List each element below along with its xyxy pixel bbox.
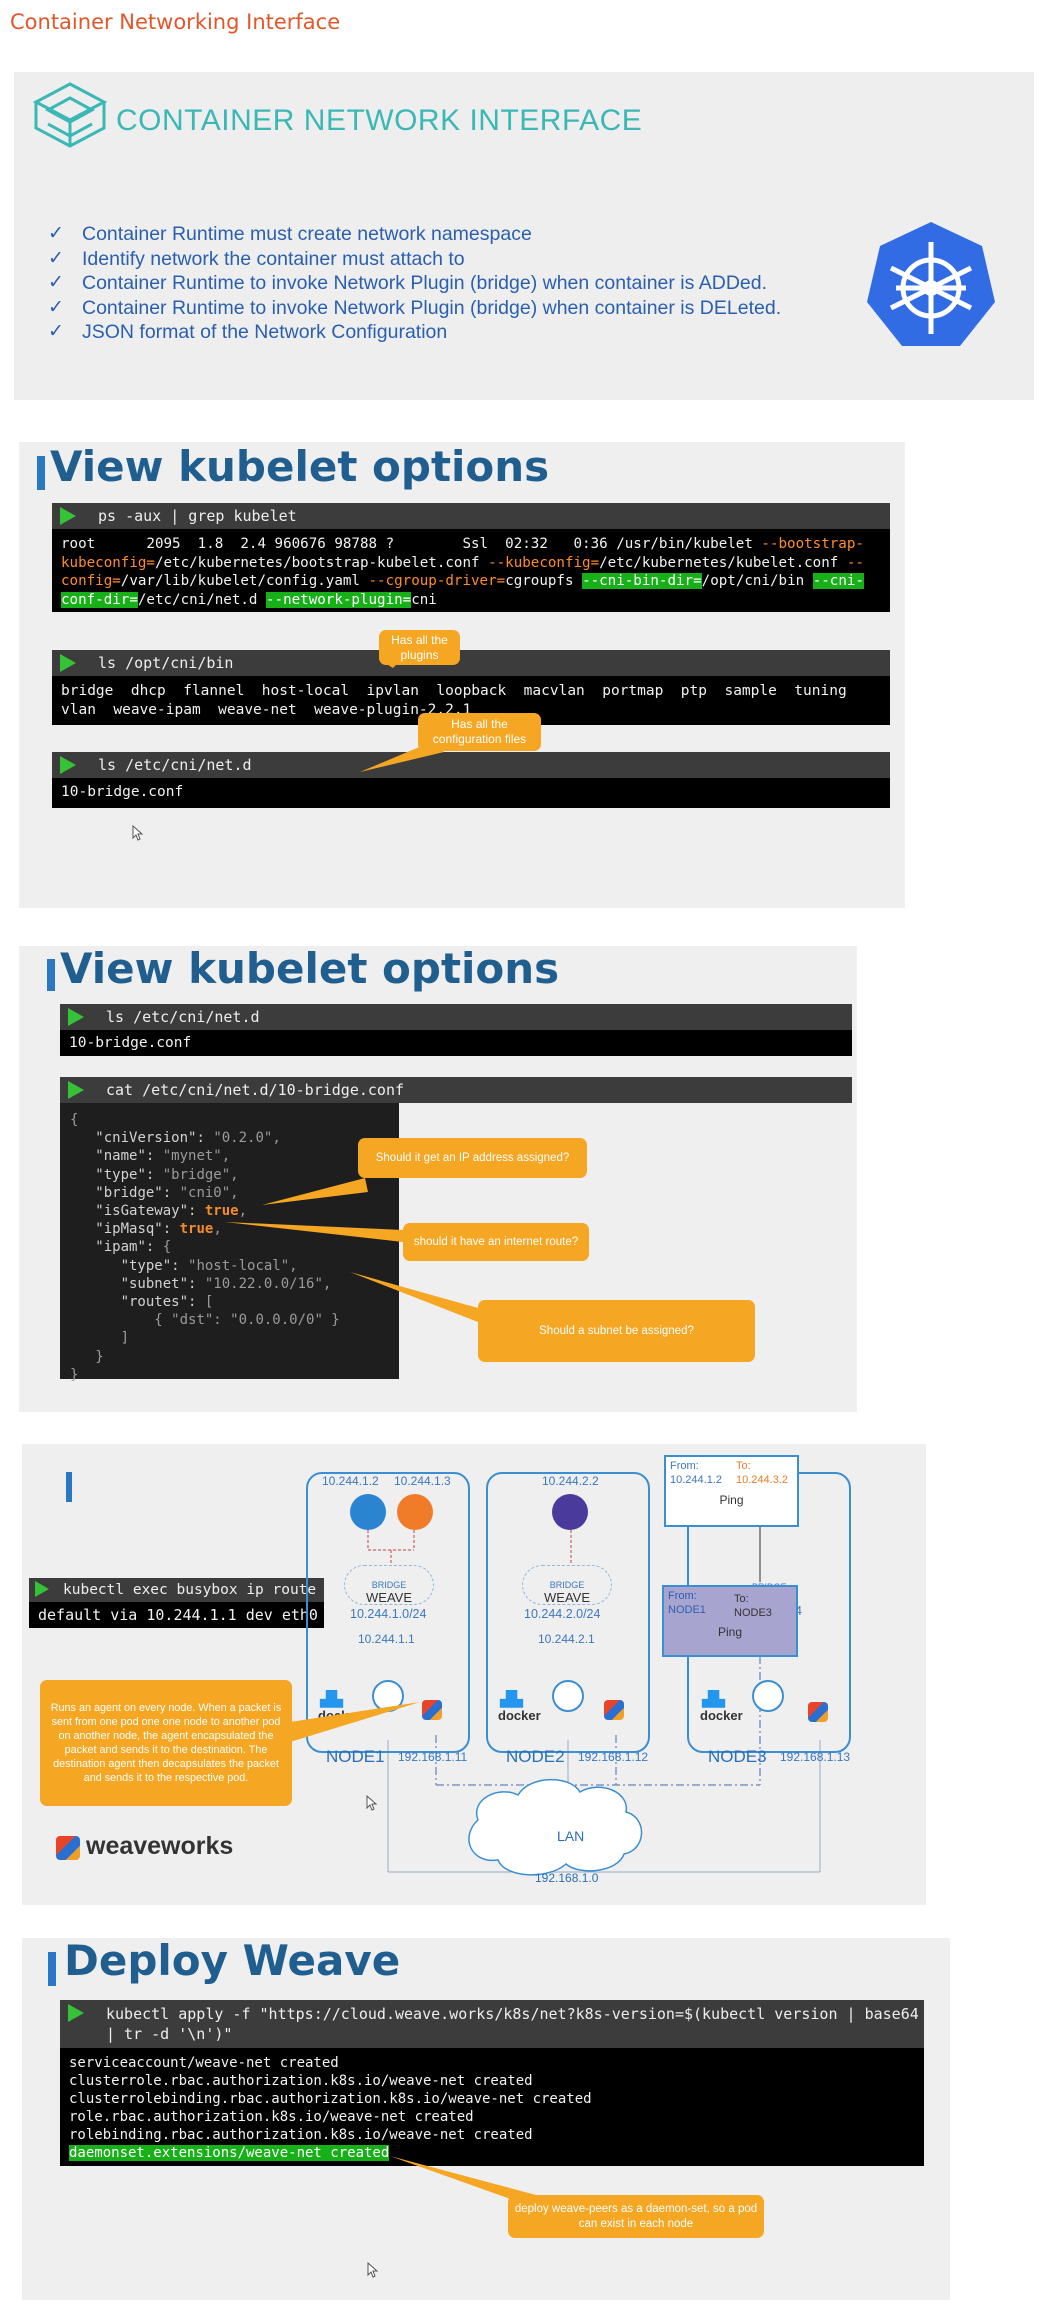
pod-ip: 10.244.1.2: [322, 1474, 379, 1488]
pod-circle[interactable]: [350, 1494, 386, 1530]
bridge-label: BRIDGE: [371, 1580, 407, 1590]
weave-agent-circle: [552, 1680, 584, 1712]
slide-title: Deploy Weave: [64, 1936, 401, 1985]
weave-icon: [808, 1702, 828, 1722]
node-label: NODE3: [708, 1747, 767, 1766]
weave-agent-circle: [752, 1680, 784, 1712]
mouse-cursor-icon: [367, 2262, 379, 2278]
title-accent-bar: [48, 1952, 56, 1986]
lan-ip: 192.168.1.0: [535, 1871, 599, 1885]
callout-masquerade: should it have an internet route?: [403, 1223, 589, 1261]
docker-icon: ▟▙: [702, 1691, 726, 1708]
lan-label: LAN: [557, 1828, 585, 1844]
terminal-command: kubectl apply -f "https://cloud.weave.wo…: [60, 2000, 924, 2048]
bridge-gateway-ip: 10.244.2.1: [538, 1632, 595, 1646]
terminal-output: serviceaccount/weave-net created cluster…: [60, 2048, 924, 2166]
lan-cloud: [468, 1778, 643, 1876]
callout-subnet: Should a subnet be assigned?: [478, 1300, 755, 1362]
pod-circle[interactable]: [397, 1494, 433, 1530]
node-subnet: 10.244.2.0/24: [524, 1607, 601, 1621]
docker-label: docker: [498, 1708, 541, 1723]
host-ip: 192.168.1.12: [578, 1750, 649, 1764]
weave-label: WEAVE: [544, 1590, 590, 1605]
weave-icon: [56, 1836, 80, 1860]
play-icon: [68, 2004, 84, 2022]
callout-daemonset: deploy weave-peers as a daemon-set, so a…: [508, 2195, 764, 2238]
callout-pointer: [290, 1702, 420, 1742]
host-ip: 192.168.1.13: [780, 1750, 851, 1764]
weave-icon: [604, 1700, 624, 1720]
weave-label: WEAVE: [366, 1590, 412, 1605]
callout-plugins: Has all the plugins: [379, 630, 460, 665]
bridge-label: BRIDGE: [549, 1580, 585, 1590]
node-subnet: 10.244.1.0/24: [350, 1607, 427, 1621]
callout-config-files: Has all the configuration files: [418, 713, 541, 751]
pod-ip: 10.244.2.2: [542, 1474, 599, 1488]
node-label: NODE2: [506, 1747, 565, 1766]
callout-pointers: [360, 652, 444, 772]
callout-weave-agent: Runs an agent on every node. When a pack…: [40, 1680, 292, 1806]
docker-icon: ▟▙: [500, 1691, 524, 1708]
pod-circle[interactable]: [552, 1494, 588, 1530]
weaveworks-logo: weaveworks: [56, 1830, 236, 1870]
docker-label: docker: [700, 1708, 743, 1723]
callout-gateway: Should it get an IP address assigned?: [358, 1138, 587, 1178]
mouse-cursor-icon: [132, 825, 144, 841]
packet-encapsulated: From: NODE1 To: NODE3 Ping: [662, 1585, 798, 1657]
pod-ip: 10.244.1.3: [394, 1474, 451, 1488]
mouse-cursor-icon: [366, 1795, 378, 1811]
packet-outer: From: 10.244.1.2 To: 10.244.3.2 Ping: [664, 1455, 799, 1527]
bridge-gateway-ip: 10.244.1.1: [358, 1632, 415, 1646]
